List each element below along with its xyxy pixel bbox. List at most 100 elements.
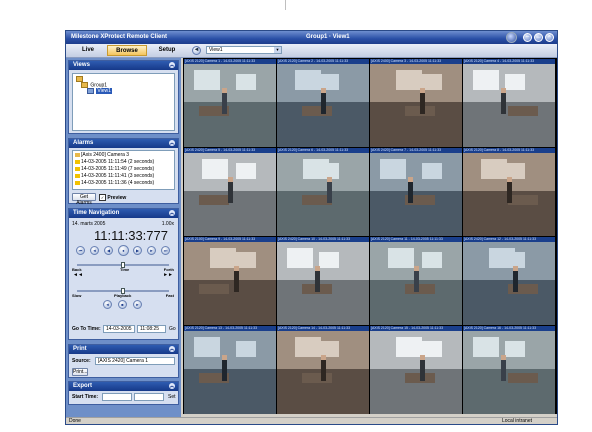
view-selector-value: View1 bbox=[209, 47, 223, 53]
alarm-text: [Axis 2400] Camera 3 bbox=[81, 152, 130, 158]
camera-feed-image bbox=[184, 153, 276, 236]
camera-feed-image bbox=[277, 242, 369, 325]
camera-view-6[interactable]: [AXIS 2120] Camera 6 - 14-03-2005 11:11:… bbox=[277, 148, 369, 236]
stop-icon[interactable]: ● bbox=[118, 245, 129, 256]
playback-speed: 1.00x bbox=[161, 221, 174, 227]
collapse-icon[interactable]: ︽ bbox=[169, 210, 175, 216]
alarm-list-item[interactable]: [Axis 2400] Camera 3 bbox=[75, 152, 129, 158]
camera-view-9[interactable]: [AXIS 2100] Camera 9 - 14-03-2005 11:11:… bbox=[184, 237, 276, 325]
warning-icon bbox=[75, 166, 80, 171]
views-header[interactable]: Views ︽ bbox=[69, 61, 178, 70]
start-time-label: Start Time: bbox=[72, 394, 99, 400]
warning-icon bbox=[75, 180, 80, 185]
status-bar: Done Local intranet bbox=[66, 417, 557, 424]
rewind-icon[interactable]: ◄ bbox=[103, 300, 112, 309]
camera-view-11[interactable]: [AXIS 2120] Camera 11 - 14-03-2005 11:11… bbox=[370, 237, 462, 325]
alarm-text: 14-03-2005 11:11:49 (7 seconds) bbox=[81, 166, 155, 172]
go-button[interactable]: Go bbox=[169, 326, 176, 332]
print-button[interactable]: Print... bbox=[72, 368, 88, 376]
go-to-time-input[interactable]: 11:08:25 bbox=[137, 325, 166, 333]
forward-icon[interactable]: ► bbox=[133, 300, 142, 309]
view-title: Group1 · View1 bbox=[306, 34, 350, 40]
get-alarms-button[interactable]: Get Alarms bbox=[72, 193, 96, 206]
play-icon[interactable]: ▶ bbox=[133, 246, 142, 255]
camera-feed-image bbox=[370, 153, 462, 236]
alarm-list-item[interactable]: 14-03-2005 11:11:49 (7 seconds) bbox=[75, 166, 154, 172]
export-header-label: Export bbox=[73, 383, 93, 389]
remote-client-window: Milestone XProtect Remote Client Group1 … bbox=[65, 30, 558, 425]
tab-setup[interactable]: Setup bbox=[150, 45, 184, 56]
alarm-text: 14-03-2005 11:11:41 (3 seconds) bbox=[81, 173, 155, 179]
collapse-icon[interactable]: ︽ bbox=[169, 62, 175, 68]
alarms-header[interactable]: Alarms ︽ bbox=[69, 139, 178, 148]
print-header[interactable]: Print ︽ bbox=[69, 345, 178, 354]
export-section: Export ︽ Start Time: Set bbox=[68, 381, 179, 405]
time-navigation-header-label: Time Navigation bbox=[73, 210, 120, 216]
back-arrow-icon[interactable]: ◄ bbox=[192, 46, 201, 55]
collapse-icon[interactable]: ︽ bbox=[169, 346, 175, 352]
print-source-select[interactable]: [AXIS 2420] Camera 1 bbox=[95, 357, 175, 365]
camera-view-4[interactable]: [AXIS 2120] Camera 4 - 14-03-2005 11:11:… bbox=[463, 59, 555, 147]
start-time-input[interactable] bbox=[134, 393, 164, 401]
camera-view-10[interactable]: [AXIS 2420] Camera 10 - 14-03-2005 11:11… bbox=[277, 237, 369, 325]
camera-view-16[interactable]: [AXIS 2120] Camera 16 - 14-03-2005 11:11… bbox=[463, 326, 555, 414]
slow-label: Slow bbox=[72, 293, 82, 298]
collapse-icon[interactable]: ︽ bbox=[169, 140, 175, 146]
preview-checkbox[interactable]: ✓ Preview bbox=[99, 194, 126, 201]
view-icon bbox=[87, 88, 94, 94]
page-divider bbox=[285, 0, 286, 10]
collapse-icon[interactable]: ︽ bbox=[169, 383, 175, 389]
camera-view-14[interactable]: [AXIS 2120] Camera 14 - 14-03-2005 11:11… bbox=[277, 326, 369, 414]
go-to-date-input[interactable]: 14-03-2005 bbox=[103, 325, 135, 333]
camera-feed-image bbox=[370, 242, 462, 325]
time-navigation-header[interactable]: Time Navigation ︽ bbox=[69, 209, 178, 218]
tree-item-view1[interactable]: View1 bbox=[87, 88, 112, 95]
step-back-icon[interactable]: ◄◄ bbox=[73, 272, 83, 278]
zone-text: Local intranet bbox=[501, 418, 532, 424]
current-time: 11:11:33:777 bbox=[94, 228, 168, 243]
alarms-header-label: Alarms bbox=[73, 140, 94, 146]
export-header[interactable]: Export ︽ bbox=[69, 382, 178, 391]
alarm-list-item[interactable]: 14-03-2005 11:11:54 (2 seconds) bbox=[75, 159, 154, 165]
camera-view-7[interactable]: [AXIS 2420] Camera 7 - 14-03-2005 11:11:… bbox=[370, 148, 462, 236]
set-start-button[interactable]: Set bbox=[168, 394, 176, 400]
previous-frame-icon[interactable]: ◄ bbox=[90, 246, 99, 255]
view-selector[interactable]: View1 ▼ bbox=[206, 46, 282, 54]
camera-icon bbox=[75, 152, 80, 157]
camera-view-5[interactable]: [AXIS 2420] Camera 5 - 14-03-2005 11:11:… bbox=[184, 148, 276, 236]
tab-live[interactable]: Live bbox=[71, 45, 105, 56]
preview-label: Preview bbox=[107, 194, 127, 201]
alarm-list-item[interactable]: 14-03-2005 11:11:41 (3 seconds) bbox=[75, 173, 154, 179]
chevron-down-icon: ▼ bbox=[274, 47, 281, 53]
pause-icon[interactable]: ■ bbox=[118, 300, 127, 309]
print-source-label: Source: bbox=[72, 358, 91, 364]
alarm-text: 14-03-2005 11:11:54 (2 seconds) bbox=[81, 159, 155, 165]
minimize-icon[interactable]: – bbox=[523, 33, 532, 42]
camera-view-1[interactable]: [AXIS 2120] Camera 1 - 14-03-2005 11:11:… bbox=[184, 59, 276, 147]
alarms-section: Alarms ︽ [Axis 2400] Camera 3 14-03-2005… bbox=[68, 138, 179, 206]
time-label: Time bbox=[120, 267, 130, 272]
fast-label: Fast bbox=[165, 293, 174, 298]
close-icon[interactable]: × bbox=[545, 33, 554, 42]
camera-view-2[interactable]: [AXIS 2120] Camera 2 - 14-03-2005 11:11:… bbox=[277, 59, 369, 147]
camera-view-3[interactable]: [AXIS 2400] Camera 3 - 14-03-2005 11:11:… bbox=[370, 59, 462, 147]
camera-feed-image bbox=[277, 64, 369, 147]
play-reverse-icon[interactable]: ◀ bbox=[104, 246, 113, 255]
camera-feed-image bbox=[370, 64, 462, 147]
start-date-input[interactable] bbox=[102, 393, 132, 401]
time-navigation-section: Time Navigation ︽ 14. marts 2005 1.00x 1… bbox=[68, 208, 179, 340]
last-frame-icon[interactable]: ⏭ bbox=[161, 246, 170, 255]
camera-feed-image bbox=[184, 242, 276, 325]
camera-feed-image bbox=[184, 331, 276, 414]
maximize-icon[interactable]: □ bbox=[534, 33, 543, 42]
alarm-list-item[interactable]: 14-03-2005 11:11:36 (4 seconds) bbox=[75, 180, 154, 186]
camera-view-15[interactable]: [AXIS 2120] Camera 15 - 14-03-2005 11:11… bbox=[370, 326, 462, 414]
tab-browse[interactable]: Browse bbox=[107, 45, 147, 56]
camera-view-12[interactable]: [AXIS 2420] Camera 12 - 14-03-2005 11:11… bbox=[463, 237, 555, 325]
camera-view-8[interactable]: [AXIS 2120] Camera 8 - 14-03-2005 11:11:… bbox=[463, 148, 555, 236]
camera-view-13[interactable]: [AXIS 2120] Camera 13 - 14-03-2005 11:11… bbox=[184, 326, 276, 414]
next-frame-icon[interactable]: ► bbox=[147, 246, 156, 255]
first-frame-icon[interactable]: ⏮ bbox=[76, 246, 85, 255]
step-forth-icon[interactable]: ►► bbox=[163, 272, 173, 278]
tree-item-label: View1 bbox=[96, 88, 112, 95]
